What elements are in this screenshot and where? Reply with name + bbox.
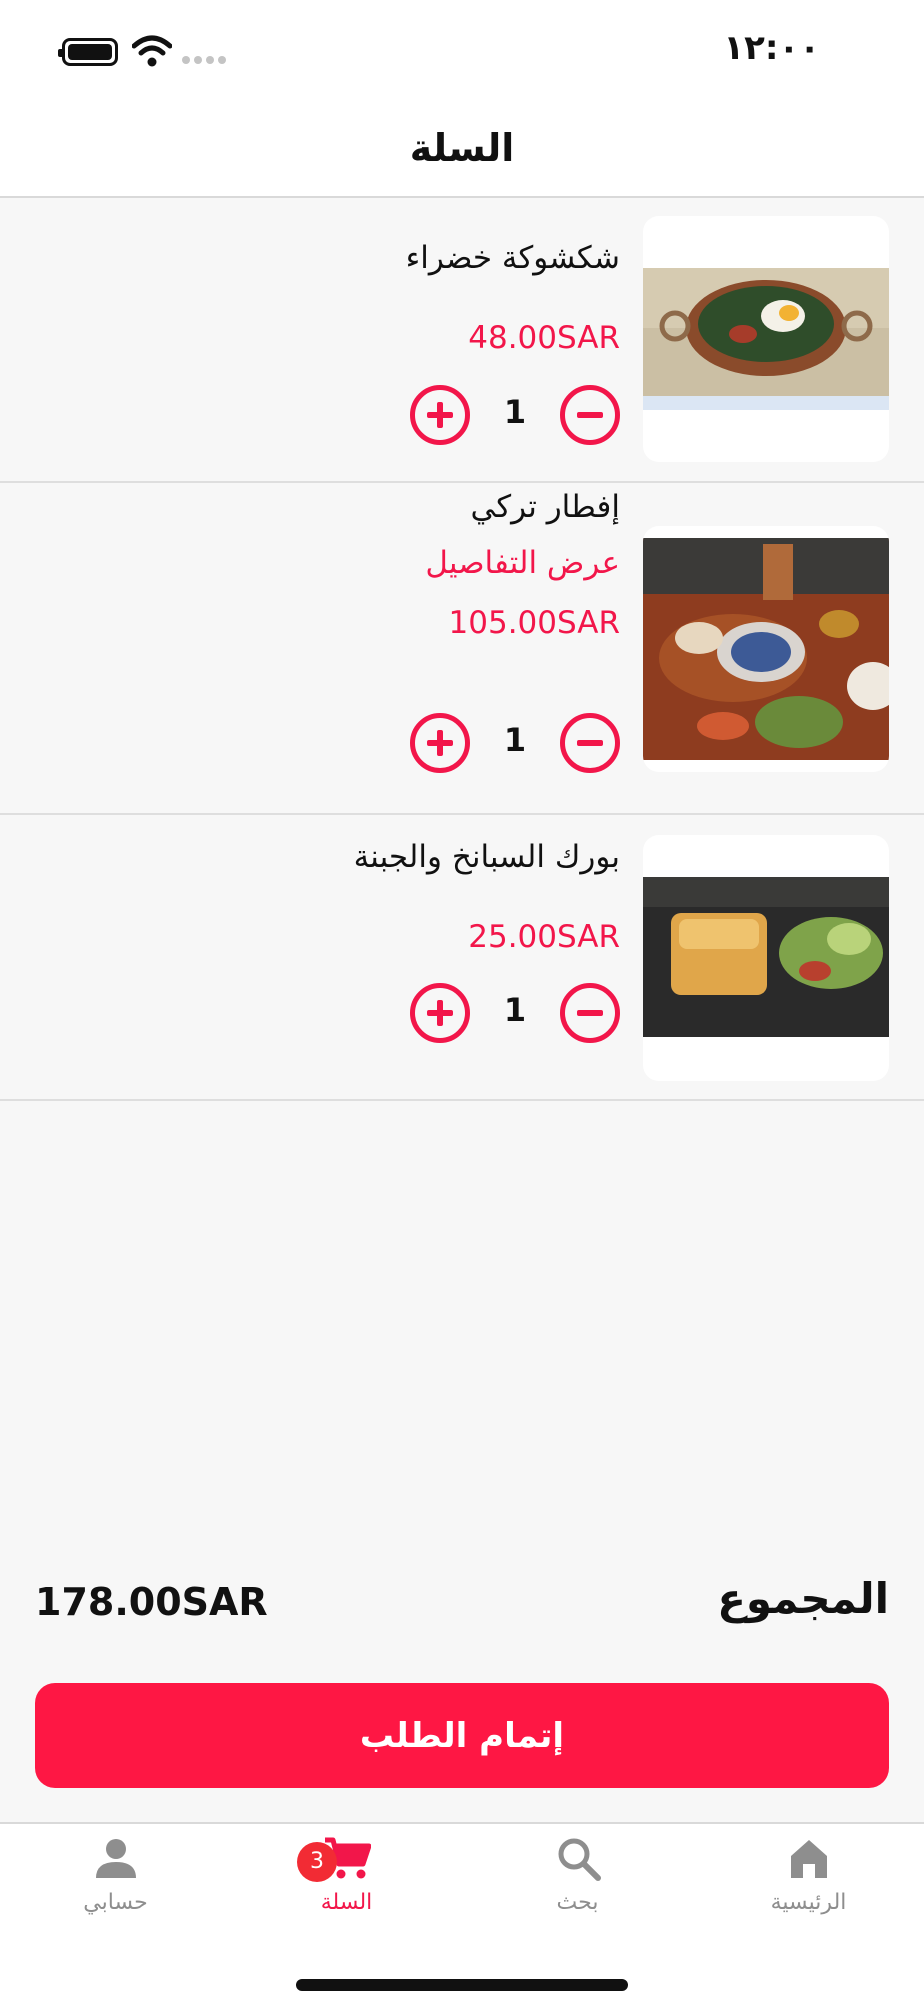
quantity-stepper: 1 [410, 385, 620, 445]
order-total: المجموع 178.00SAR [35, 1574, 889, 1644]
increase-quantity-button[interactable] [410, 983, 470, 1043]
quantity-stepper: 1 [410, 983, 620, 1043]
status-time: ١٢:٠٠ [723, 28, 820, 68]
search-icon [558, 1838, 601, 1881]
quantity-value: 1 [503, 991, 527, 1029]
item-name: إفطار تركي [470, 489, 620, 525]
cart-list: شكشوكة خضراء 48.00SAR 1 إفطار تركي عرض ا… [0, 198, 924, 1101]
wifi-icon [132, 35, 172, 67]
cellular-signal-icon [182, 56, 228, 64]
item-name: بورك السبانخ والجبنة [353, 839, 620, 875]
cart-item: إفطار تركي عرض التفاصيل 105.00SAR 1 [0, 483, 924, 815]
total-label: المجموع [717, 1574, 889, 1623]
decrease-quantity-button[interactable] [560, 385, 620, 445]
decrease-quantity-button[interactable] [560, 713, 620, 773]
increase-quantity-button[interactable] [410, 713, 470, 773]
tab-account[interactable]: حسابي [0, 1834, 231, 1954]
item-image[interactable] [643, 835, 889, 1081]
checkout-button[interactable]: إتمام الطلب [35, 1683, 889, 1788]
quantity-value: 1 [503, 393, 527, 431]
quantity-stepper: 1 [410, 713, 620, 773]
decrease-quantity-button[interactable] [560, 983, 620, 1043]
quantity-value: 1 [503, 721, 527, 759]
item-image[interactable] [643, 216, 889, 462]
home-icon [790, 1840, 827, 1878]
tab-label: السلة [320, 1890, 373, 1915]
tab-label: حسابي [83, 1890, 148, 1915]
item-price: 105.00SAR [448, 605, 620, 641]
item-price: 48.00SAR [468, 320, 620, 356]
increase-quantity-button[interactable] [410, 385, 470, 445]
tab-home[interactable]: الرئيسية [693, 1834, 924, 1954]
tab-label: الرئيسية [770, 1890, 847, 1915]
battery-icon [58, 38, 118, 66]
tab-bar: حسابي 3 السلة بحث الرئيسية [0, 1822, 924, 2000]
item-price: 25.00SAR [468, 919, 620, 955]
tab-search[interactable]: بحث [462, 1834, 693, 1954]
cart-item: بورك السبانخ والجبنة 25.00SAR 1 [0, 815, 924, 1101]
tab-cart[interactable]: 3 السلة [231, 1834, 462, 1954]
status-bar: ١٢:٠٠ [0, 0, 924, 100]
cart-item: شكشوكة خضراء 48.00SAR 1 [0, 198, 924, 483]
item-image[interactable] [643, 526, 889, 772]
person-icon [95, 1839, 136, 1878]
page-title: السلة [409, 126, 515, 170]
navigation-header: السلة [0, 100, 924, 198]
home-indicator [296, 1979, 628, 1991]
cart-count-badge: 3 [297, 1842, 337, 1882]
tab-label: بحث [556, 1890, 599, 1915]
view-details-link[interactable]: عرض التفاصيل [425, 545, 620, 581]
item-name: شكشوكة خضراء [405, 240, 620, 276]
total-value: 178.00SAR [35, 1580, 268, 1624]
